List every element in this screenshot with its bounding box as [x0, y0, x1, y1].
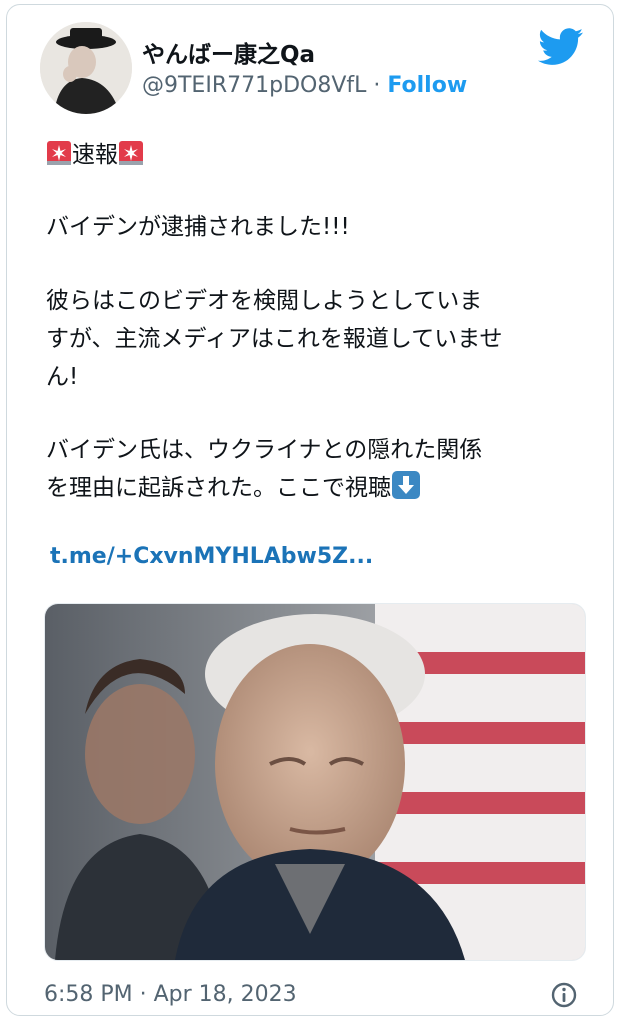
tweet-media-image[interactable]	[44, 603, 586, 961]
tweet-timestamp[interactable]: 6:58 PM · Apr 18, 2023	[44, 982, 297, 1007]
twitter-bird-icon[interactable]	[538, 28, 584, 66]
tweet-line-last: を理由に起訴された。ここで視聴	[46, 469, 594, 507]
tweet-line: バイデンが逮捕されました!!!	[46, 214, 350, 240]
info-icon[interactable]	[550, 981, 578, 1009]
siren-icon	[47, 141, 71, 165]
tweet-line: すが、主流メディアはこれを報道していませ	[46, 326, 503, 352]
tweet-line: ん!	[46, 364, 79, 390]
siren-icon	[119, 141, 143, 165]
avatar[interactable]	[40, 22, 132, 114]
tweet-line: 彼らはこのビデオを検閲しようとしていま	[46, 288, 483, 314]
tweet-line: を理由に起訴された。ここで視聴	[46, 475, 391, 501]
headline-text: 速報	[72, 142, 118, 168]
down-arrow-icon	[392, 471, 420, 499]
handle-row: @9TEIR771pDO8VfL · Follow	[142, 73, 467, 98]
tweet-line: バイデン氏は、ウクライナとの隠れた関係	[46, 437, 483, 463]
follow-button[interactable]: Follow	[387, 73, 467, 98]
separator-dot: ·	[373, 73, 381, 98]
tweet-headline: 速報	[46, 136, 594, 174]
user-handle[interactable]: @9TEIR771pDO8VfL	[142, 73, 366, 98]
display-name[interactable]: やんばー康之Qa	[142, 35, 315, 69]
telegram-link[interactable]: t.me/+CxvnMYHLAbw5Z...	[50, 544, 373, 569]
